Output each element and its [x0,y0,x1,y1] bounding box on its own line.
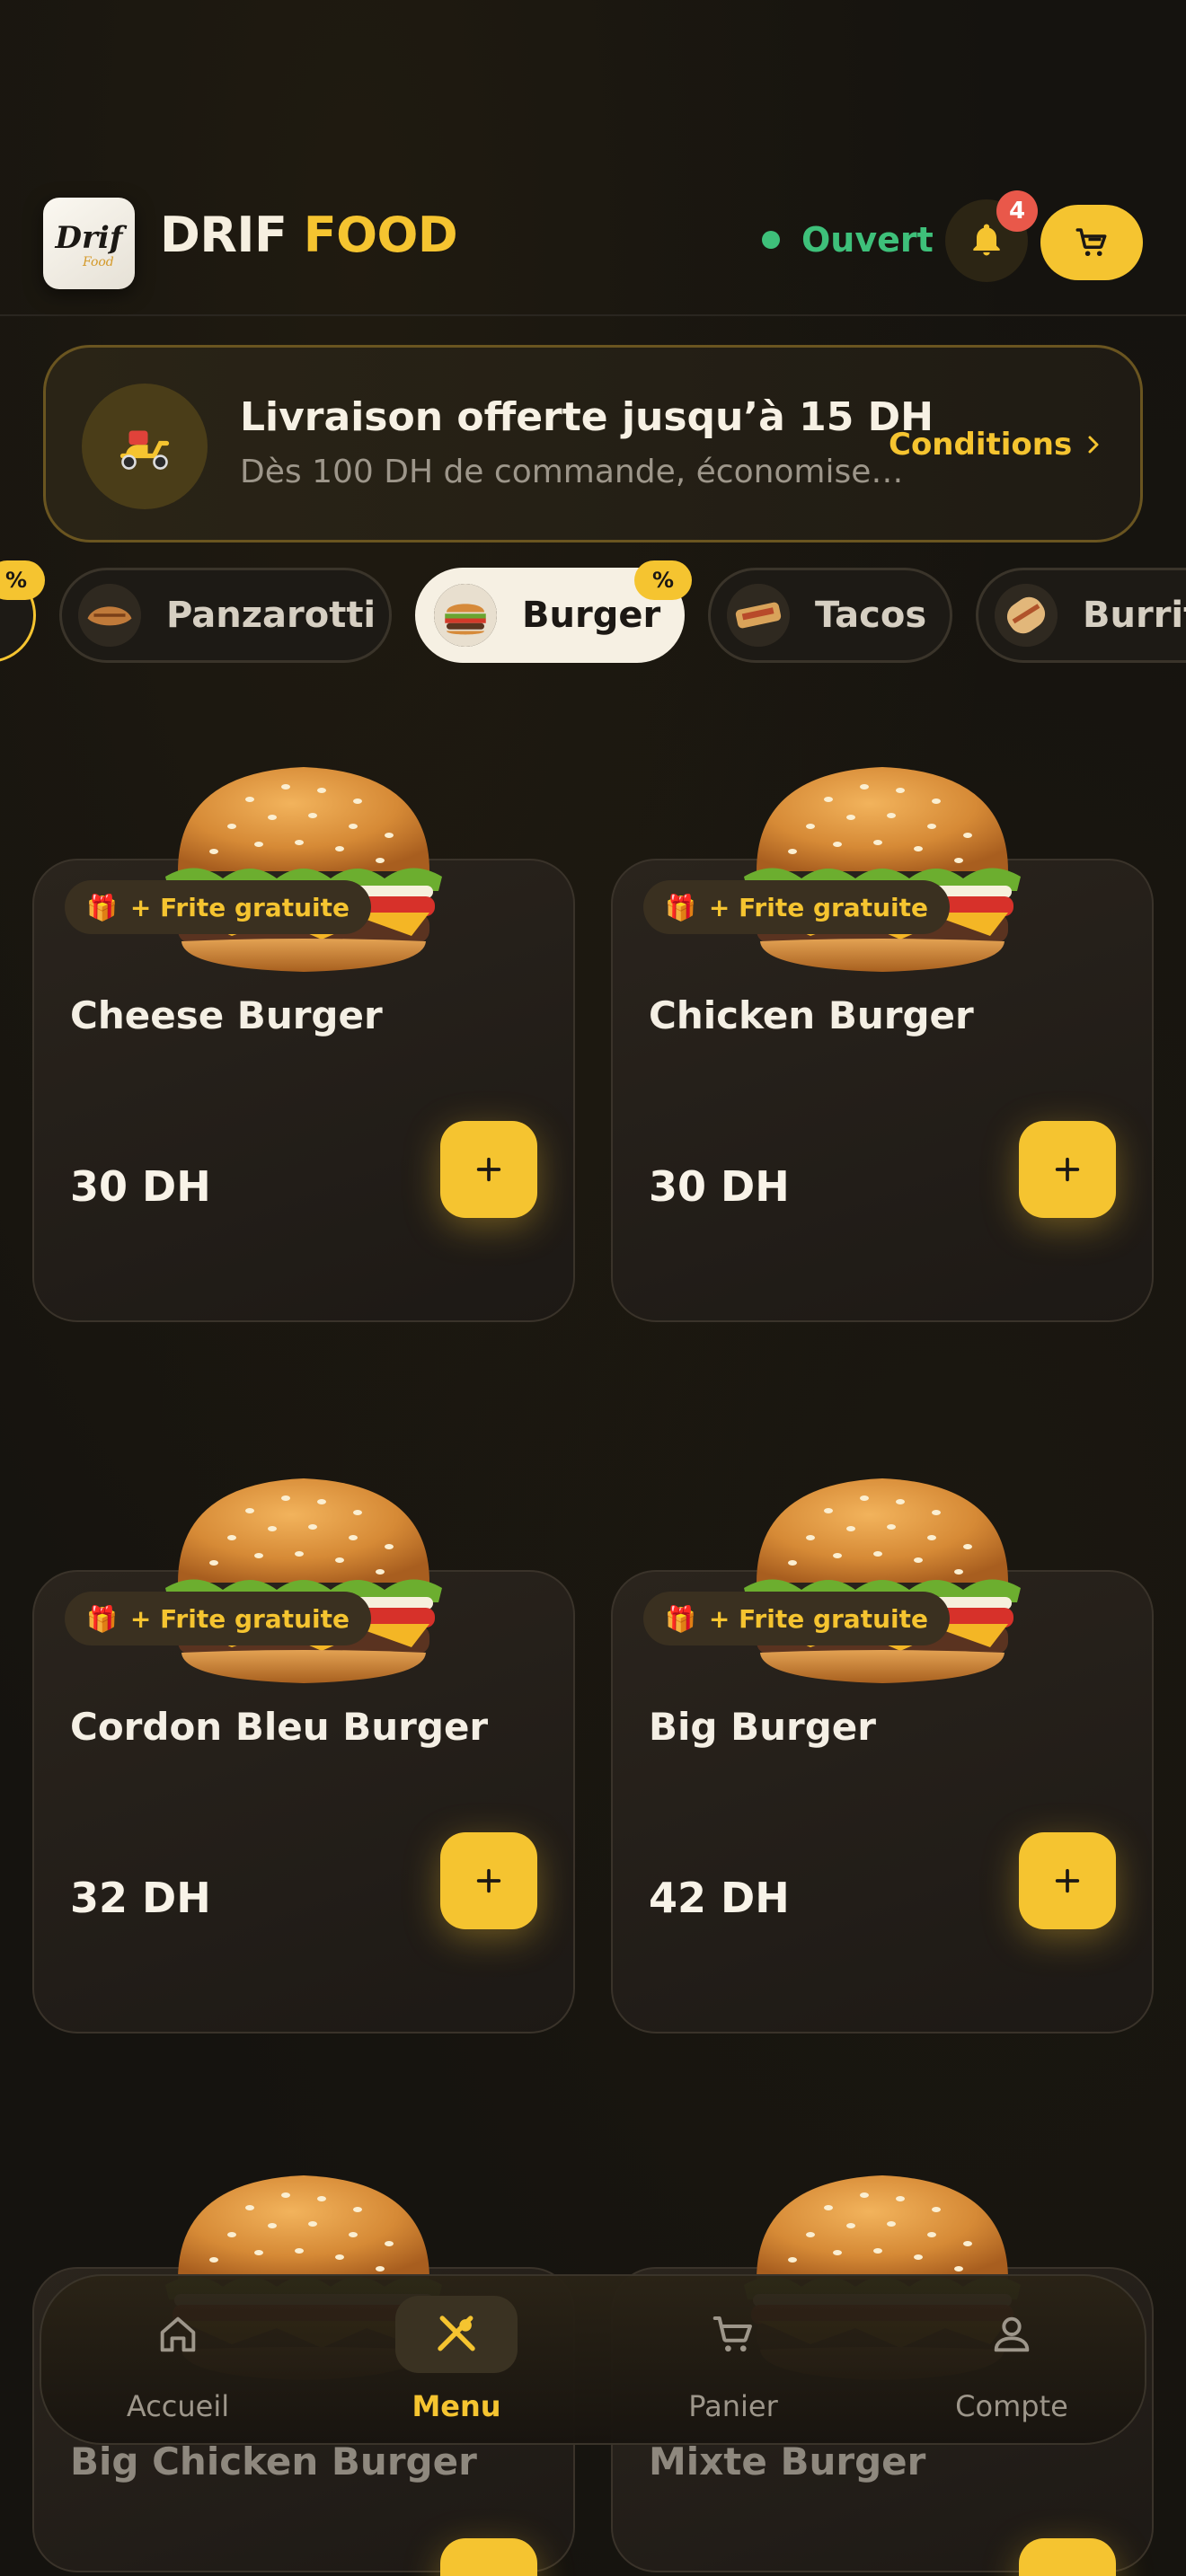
gift-icon: 🎁 [665,892,696,922]
conditions-link[interactable]: Conditions [889,427,1104,463]
nav-label: Menu [412,2389,501,2423]
user-icon [951,2296,1073,2373]
nav-item-compte[interactable]: Compte [922,2296,1102,2430]
add-to-cart-button[interactable] [1019,1121,1116,1218]
header-cart-button[interactable] [1040,205,1143,280]
product-card[interactable]: 🎁 + Frite gratuite Big Burger 42 DH [611,1478,1154,2033]
category-chip-burritos[interactable]: Burritos [976,568,1186,663]
category-label: Panzarotti [166,595,376,636]
utensils-icon [395,2296,518,2373]
gift-icon: 🎁 [665,1603,696,1634]
nav-item-accueil[interactable]: Accueil [88,2296,268,2430]
product-image [744,767,1021,972]
free-fries-badge: 🎁 + Frite gratuite [65,880,371,934]
burritos-thumb-icon [995,584,1058,647]
burger-thumb-icon [434,584,497,647]
badge-label: + Frite gratuite [129,1603,350,1634]
category-label: Burritos [1083,595,1186,636]
bell-icon [973,224,1000,256]
category-chip-panzarotti[interactable]: Panzarotti [59,568,392,663]
promo-percent-badge: % [0,560,45,600]
product-name: Chicken Burger [649,993,974,1037]
app-header: Drif Food DRIF FOOD Ouvert 4 [0,171,1186,316]
category-label: Burger [522,595,661,636]
plus-icon [476,1868,501,1893]
free-fries-badge: 🎁 + Frite gratuite [65,1592,371,1645]
free-fries-badge: 🎁 + Frite gratuite [643,880,950,934]
status-label: Ouvert [801,220,934,260]
chevron-right-icon [1088,436,1099,454]
bottom-navigation: Accueil Menu Panier Compte [40,2274,1146,2445]
gift-icon: 🎁 [86,1603,118,1634]
category-chip-tacos[interactable]: Tacos [708,568,952,663]
nav-item-panier[interactable]: Panier [643,2296,823,2430]
app-logo[interactable]: Drif Food [43,198,135,289]
home-icon [117,2296,239,2373]
status-dot-icon [762,231,780,249]
product-name: Big Burger [649,1705,876,1749]
notification-count-badge: 4 [996,190,1038,232]
brand-name-part1: DRIF [160,207,288,263]
free-delivery-banner[interactable]: Livraison offerte jusqu’à 15 DH Dès 100 … [43,345,1143,543]
badge-label: + Frite gratuite [708,1603,928,1634]
plus-icon [1055,1868,1080,1893]
add-to-cart-button[interactable] [440,1121,537,1218]
brand-name: DRIF FOOD [160,207,458,263]
product-image [744,1478,1021,1683]
cart-icon [1075,228,1107,257]
product-price: 30 DH [649,1162,790,1211]
open-status: Ouvert [762,220,934,260]
promo-percent-badge: % [634,560,692,600]
gift-icon: 🎁 [86,892,118,922]
product-name: Big Chicken Burger [70,2439,477,2483]
banner-title: Livraison offerte jusqu’à 15 DH [240,394,934,440]
product-name: Cordon Bleu Burger [70,1705,489,1749]
logo-text: Drif [55,220,123,256]
logo-subtext: Food [83,255,114,269]
panzarotti-thumb-icon [78,584,141,647]
add-to-cart-button[interactable] [440,2538,537,2576]
add-to-cart-button[interactable] [1019,1832,1116,1929]
product-card[interactable]: 🎁 + Frite gratuite Cordon Bleu Burger 32… [32,1478,575,2033]
tacos-thumb-icon [727,584,790,647]
plus-icon [1055,1157,1080,1182]
nav-label: Accueil [126,2389,230,2423]
free-fries-badge: 🎁 + Frite gratuite [643,1592,950,1645]
category-bar: % Panzarotti Burger % Tacos Burri [0,560,1186,668]
product-name: Cheese Burger [70,993,383,1037]
add-to-cart-button[interactable] [1019,2538,1116,2576]
product-price: 32 DH [70,1874,211,1922]
conditions-label: Conditions [889,427,1073,463]
category-label: Tacos [815,595,927,636]
product-image [165,1478,442,1683]
add-to-cart-button[interactable] [440,1832,537,1929]
badge-label: + Frite gratuite [129,892,350,922]
plus-icon [476,1157,501,1182]
nav-label: Compte [955,2389,1068,2423]
product-price: 30 DH [70,1162,211,1211]
product-name: Mixte Burger [649,2439,926,2483]
cart-icon [672,2296,794,2373]
badge-label: + Frite gratuite [708,892,928,922]
scooter-icon [82,384,208,509]
nav-label: Panier [688,2389,778,2423]
product-card[interactable]: 🎁 + Frite gratuite Cheese Burger 30 DH [32,767,575,1322]
nav-item-menu[interactable]: Menu [367,2296,546,2430]
product-image [165,767,442,972]
brand-name-part2: FOOD [303,207,458,263]
banner-subtitle: Dès 100 DH de commande, économisez sur l… [240,454,905,490]
product-card[interactable]: 🎁 + Frite gratuite Chicken Burger 30 DH [611,767,1154,1322]
product-price: 42 DH [649,1874,790,1922]
